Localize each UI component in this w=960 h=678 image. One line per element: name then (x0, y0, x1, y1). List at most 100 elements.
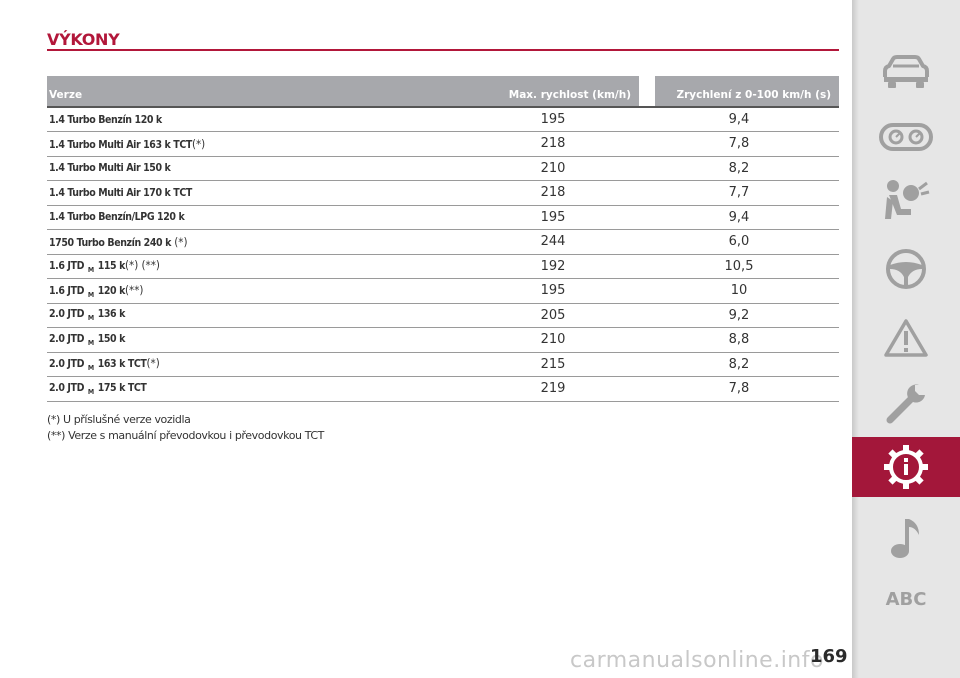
sidebar-item-car[interactable] (852, 44, 960, 100)
table-row: 1750 Turbo Benzín 240 k (*) 244 6,0 (47, 229, 839, 255)
footnote-1: (*) U příslušné verze vozidla (47, 413, 191, 426)
model-power: 115 k (97, 260, 126, 273)
model-cell: 2.0 JTD M 175 k TCT (47, 376, 467, 402)
model-cell: 1.4 Turbo Benzín/LPG 120 k (47, 205, 467, 230)
acceleration-cell: 7,8 (639, 131, 839, 157)
table-header-row: Verze Max. rychlost (km/h) Zrychlení z 0… (47, 76, 839, 107)
wrench-icon (886, 384, 925, 424)
table-row: 1.4 Turbo Multi Air 150 k 210 8,2 (47, 156, 839, 181)
model-name: 1.6 JTD (49, 284, 85, 297)
model-power: 163 k TCT (97, 358, 147, 371)
footnote-marker: (**) (124, 282, 144, 297)
sidebar-item-safety[interactable] (852, 172, 960, 232)
table-row: 2.0 JTD M 136 k 205 9,2 (47, 303, 839, 328)
acceleration-cell: 7,8 (639, 376, 839, 402)
model-cell: 1.6 JTD M 120 k(**) (47, 278, 467, 304)
acceleration-cell: 8,2 (639, 352, 839, 377)
max-speed-cell: 218 (467, 180, 639, 206)
model-name: 1.4 Turbo Benzín 120 k (49, 113, 162, 126)
model-subscript: M (87, 266, 94, 275)
model-name: 1.4 Turbo Benzín/LPG 120 k (49, 211, 185, 224)
max-speed-cell: 195 (467, 205, 639, 230)
max-speed-cell: 205 (467, 303, 639, 328)
acceleration-cell: 8,2 (639, 156, 839, 181)
model-cell: 1.4 Turbo Multi Air 150 k (47, 156, 467, 181)
model-name: 1.4 Turbo Multi Air 170 k TCT (49, 186, 192, 199)
max-speed-cell: 195 (467, 278, 639, 304)
sidebar-item-dashboard[interactable] (852, 112, 960, 162)
car-icon (883, 55, 929, 88)
sidebar-item-maintenance[interactable] (852, 376, 960, 432)
model-cell: 2.0 JTD M 163 k TCT(*) (47, 352, 467, 377)
model-cell: 1750 Turbo Benzín 240 k (*) (47, 229, 467, 255)
max-speed-cell: 218 (467, 131, 639, 157)
footnotes: (*) U příslušné verze vozidla (**) Verze… (47, 412, 324, 444)
table-row: 1.4 Turbo Multi Air 170 k TCT 218 7,7 (47, 180, 839, 206)
model-cell: 1.4 Turbo Benzín 120 k (47, 107, 467, 132)
table-row: 1.4 Turbo Benzín/LPG 120 k 195 9,4 (47, 205, 839, 230)
model-power: 120 k (97, 284, 126, 297)
model-name: 1.6 JTD (49, 260, 85, 273)
model-cell: 1.6 JTD M 115 k(*) (**) (47, 254, 467, 279)
max-speed-cell: 192 (467, 254, 639, 279)
model-cell: 2.0 JTD M 136 k (47, 303, 467, 328)
model-subscript: M (87, 364, 94, 373)
sidebar-item-technical-data[interactable] (852, 437, 960, 497)
model-subscript: M (87, 338, 94, 347)
footnote-marker: (*) (170, 234, 188, 249)
section-title: VÝKONY (47, 30, 120, 49)
acceleration-cell: 9,4 (639, 107, 839, 132)
footnote-marker: (*) (**) (124, 258, 160, 273)
table-row: 2.0 JTD M 175 k TCT 219 7,8 (47, 376, 839, 402)
max-speed-cell: 195 (467, 107, 639, 132)
max-speed-cell: 244 (467, 229, 639, 255)
sidebar-item-index[interactable]: ABC (852, 582, 960, 616)
footnote-marker: (*) (191, 136, 206, 151)
watermark: carmanualsonline.info (570, 648, 824, 673)
acceleration-cell: 9,4 (639, 205, 839, 230)
sidebar-item-driving[interactable] (852, 240, 960, 298)
dashboard-gauges-icon (879, 123, 933, 151)
model-name: 2.0 JTD (49, 332, 85, 345)
abc-index-icon: ABC (885, 588, 927, 610)
model-name: 2.0 JTD (49, 381, 85, 394)
max-speed-cell: 219 (467, 376, 639, 402)
acceleration-cell: 9,2 (639, 303, 839, 328)
table-row: 1.6 JTD M 115 k(*) (**) 192 10,5 (47, 254, 839, 279)
header-gap (639, 76, 655, 107)
model-power: 150 k (97, 332, 126, 345)
model-name: 2.0 JTD (49, 308, 85, 321)
technical-data-gear-icon (884, 445, 928, 489)
acceleration-cell: 8,8 (639, 327, 839, 353)
table-row: 2.0 JTD M 150 k 210 8,8 (47, 327, 839, 353)
page-number: 169 (810, 646, 848, 667)
sidebar-item-multimedia[interactable] (852, 510, 960, 566)
model-power: 136 k (97, 308, 126, 321)
model-name: 1.4 Turbo Multi Air 150 k (49, 162, 171, 175)
model-cell: 2.0 JTD M 150 k (47, 327, 467, 353)
table-row: 1.4 Turbo Multi Air 163 k TCT(*) 218 7,8 (47, 131, 839, 157)
model-subscript: M (87, 314, 94, 323)
max-speed-cell: 215 (467, 352, 639, 377)
model-subscript: M (87, 290, 94, 299)
footnote-marker: (*) (146, 356, 160, 371)
music-note-icon (891, 519, 919, 558)
header-max-speed: Max. rychlost (km/h) (467, 76, 639, 107)
model-name: 1750 Turbo Benzín 240 k (49, 236, 171, 249)
table-row: 2.0 JTD M 163 k TCT(*) 215 8,2 (47, 352, 839, 377)
acceleration-cell: 6,0 (639, 229, 839, 255)
header-acceleration: Zrychlení z 0-100 km/h (s) (655, 76, 839, 107)
performance-table: Verze Max. rychlost (km/h) Zrychlení z 0… (47, 76, 839, 402)
model-power: 175 k TCT (97, 381, 147, 394)
table-row: 1.6 JTD M 120 k(**) 195 10 (47, 278, 839, 304)
sidebar-item-emergency[interactable] (852, 310, 960, 366)
acceleration-cell: 10 (639, 278, 839, 304)
model-cell: 1.4 Turbo Multi Air 170 k TCT (47, 180, 467, 206)
model-cell: 1.4 Turbo Multi Air 163 k TCT(*) (47, 131, 467, 157)
warning-triangle-icon (884, 319, 928, 357)
header-version: Verze (47, 76, 467, 107)
acceleration-cell: 10,5 (639, 254, 839, 279)
model-name: 2.0 JTD (49, 358, 85, 371)
chapter-sidebar: ABC (852, 0, 960, 678)
max-speed-cell: 210 (467, 327, 639, 353)
